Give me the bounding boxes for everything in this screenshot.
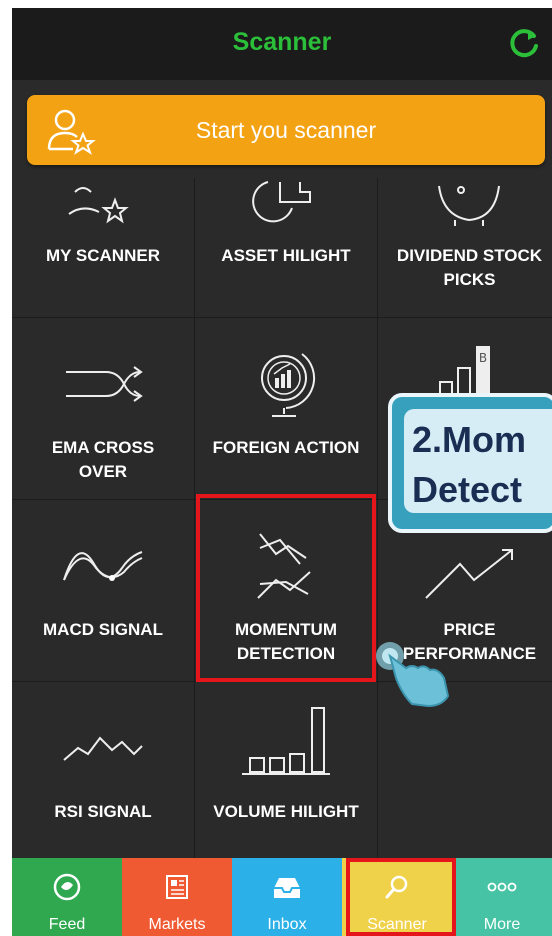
- tile-rsi-signal[interactable]: RSI SIGNAL: [12, 682, 195, 864]
- tile-label: OVER: [78, 462, 128, 481]
- tile-label: MY SCANNER: [46, 246, 160, 265]
- tile-foreign-action[interactable]: FOREIGN ACTION: [195, 318, 378, 500]
- piggy-bank-icon: [437, 185, 500, 226]
- page-title: Scanner: [232, 28, 332, 56]
- tile-dividend-stock-picks[interactable]: DIVIDEND STOCK PICKS: [378, 178, 552, 318]
- tile-label: MOMENTUM: [235, 620, 337, 639]
- tab-markets[interactable]: Markets: [122, 858, 232, 936]
- scanner-screen: Scanner Start you scanner MY SCANNER ASS…: [12, 8, 552, 936]
- tile-label: DETECTION: [236, 644, 336, 663]
- tile-empty: [378, 682, 552, 864]
- app-header: Scanner: [12, 8, 552, 80]
- tile-my-scanner[interactable]: MY SCANNER: [12, 178, 195, 318]
- tile-momentum-detection[interactable]: MOMENTUM DETECTION: [195, 500, 378, 682]
- tile-ema-cross-over[interactable]: EMA CROSS OVER: [12, 318, 195, 500]
- tab-label: More: [483, 916, 521, 933]
- refresh-icon[interactable]: [506, 26, 542, 62]
- tile-label: PICKS: [443, 270, 496, 289]
- tile-label: ASSET HILIGHT: [221, 246, 351, 265]
- tile-label: VOLUME HILIGHT: [213, 802, 359, 821]
- bottom-nav: Feed Markets Inbox Scanner More: [12, 858, 552, 936]
- tile-label: EMA CROSS: [51, 438, 155, 457]
- more-dots-icon: [487, 882, 517, 892]
- globe-chart-icon: [261, 353, 316, 417]
- tab-feed[interactable]: Feed: [12, 858, 122, 936]
- inbox-icon: [274, 878, 300, 898]
- cross-arrows-icon: [66, 366, 143, 402]
- start-scanner-label: Start you scanner: [195, 117, 377, 143]
- pie-chart-icon: [252, 181, 311, 223]
- volume-bars-icon: [242, 707, 330, 775]
- tile-label: DIVIDEND STOCK: [396, 246, 543, 265]
- search-icon: [385, 875, 408, 899]
- trend-up-icon: [424, 549, 513, 599]
- tile-label: FOREIGN ACTION: [212, 438, 360, 457]
- tab-scanner[interactable]: Scanner: [342, 858, 452, 936]
- tab-label: Inbox: [267, 916, 307, 933]
- newspaper-icon: [166, 875, 188, 899]
- callout-line-1: 2.Mom: [412, 419, 527, 460]
- tile-macd-signal[interactable]: MACD SIGNAL: [12, 500, 195, 682]
- tab-inbox[interactable]: Inbox: [232, 858, 342, 936]
- zigzag-icon: [63, 736, 143, 761]
- tab-label: Feed: [48, 916, 86, 933]
- tap-hand-icon: [376, 642, 450, 708]
- tile-label: RSI SIGNAL: [54, 802, 152, 821]
- tile-volume-hilight[interactable]: VOLUME HILIGHT: [195, 682, 378, 864]
- tab-label: Scanner: [367, 916, 427, 933]
- tile-label: MACD SIGNAL: [43, 620, 163, 639]
- feed-icon: [53, 873, 81, 901]
- tutorial-callout: 2.Mom Detect: [388, 393, 552, 533]
- callout-line-2: Detect: [412, 469, 523, 510]
- start-scanner-button[interactable]: Start you scanner: [27, 95, 545, 165]
- tile-asset-hilight[interactable]: ASSET HILIGHT: [195, 178, 378, 318]
- tab-more[interactable]: More: [452, 858, 552, 936]
- svg-text:B: B: [478, 351, 486, 365]
- wave-icon: [63, 551, 143, 581]
- tab-label: Markets: [148, 916, 206, 933]
- user-star-icon: [68, 187, 129, 224]
- momentum-lines-icon: [257, 533, 311, 599]
